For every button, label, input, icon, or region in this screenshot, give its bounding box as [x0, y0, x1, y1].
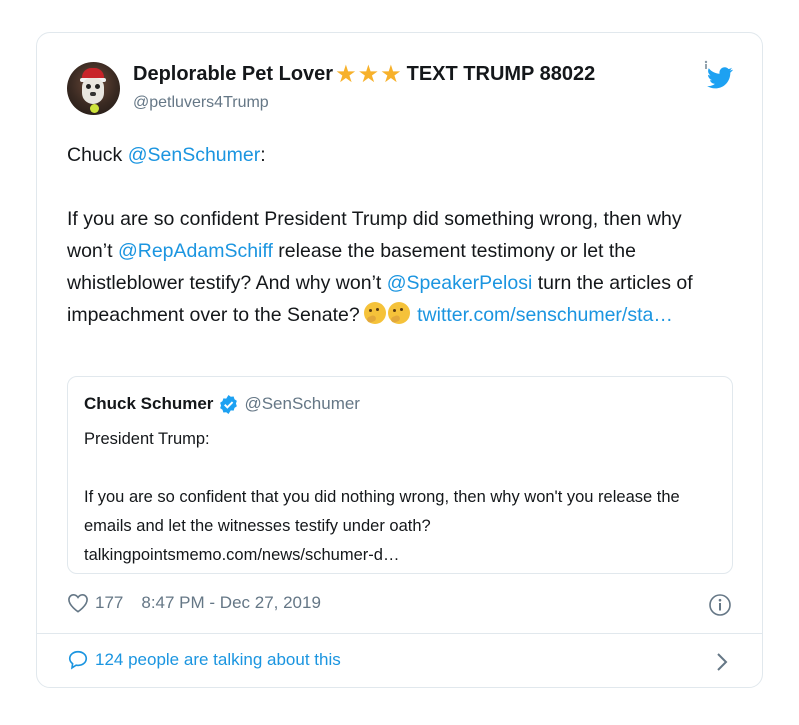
mention-senschumer[interactable]: @SenSchumer: [128, 144, 261, 166]
thinking-face-emoji: [387, 302, 410, 324]
star-icon: ★: [335, 60, 357, 88]
star-icon: ★: [357, 60, 380, 88]
tweet-line-1: Chuck @SenSchumer:: [67, 139, 727, 171]
dog-face: [82, 78, 104, 104]
mention-repadamschiff[interactable]: @RepAdamSchiff: [118, 240, 273, 262]
author-display-name: Deplorable Pet Lover: [133, 63, 334, 85]
quoted-tweet-header: Chuck Schumer @SenSchumer: [84, 394, 360, 414]
tweet-text: Chuck: [67, 144, 128, 166]
mention-speakerpelosi[interactable]: @SpeakerPelosi: [387, 272, 533, 294]
quoted-line-1: President Trump:: [84, 430, 210, 448]
heart-icon[interactable]: [67, 593, 89, 613]
thinking-face-emoji: [363, 302, 386, 324]
tweet-link[interactable]: twitter.com/senschumer/sta…: [417, 304, 673, 326]
verified-badge-icon: [220, 394, 238, 414]
tweet-card: Deplorable Pet Lover ★ ★ ★ TEXT TRUMP 88…: [36, 32, 763, 688]
speech-bubble-icon: [68, 650, 88, 670]
tweet-text: :: [260, 144, 266, 166]
quoted-author-name: Chuck Schumer: [84, 394, 214, 413]
conversation-text: 124 people are talking about this: [95, 650, 341, 669]
star-icon: ★: [380, 60, 402, 88]
conversation-link[interactable]: 124 people are talking about this: [67, 649, 341, 671]
quoted-line-2: If you are so confident that you did not…: [84, 488, 680, 564]
author-handle[interactable]: @petluvers4Trump: [133, 94, 269, 112]
quoted-author-handle: @SenSchumer: [244, 394, 360, 413]
tweet-body: Chuck @SenSchumer: If you are so confide…: [67, 139, 727, 331]
quoted-tweet[interactable]: Chuck Schumer @SenSchumer President Trum…: [67, 376, 733, 574]
like-count[interactable]: 177: [95, 593, 123, 613]
tweet-timestamp[interactable]: 8:47 PM - Dec 27, 2019: [141, 593, 321, 613]
tennis-ball: [90, 104, 99, 113]
chevron-right-icon[interactable]: [715, 652, 729, 672]
author-name[interactable]: Deplorable Pet Lover ★ ★ ★ TEXT TRUMP 88…: [133, 60, 596, 88]
author-name-suffix: TEXT TRUMP 88022: [406, 63, 596, 85]
author-avatar[interactable]: [67, 62, 120, 115]
tweet-paragraph-2: If you are so confident President Trump …: [67, 203, 727, 331]
twitter-bird-icon[interactable]: [707, 67, 733, 89]
divider: [37, 633, 762, 634]
quoted-tweet-body: President Trump: If you are so confident…: [84, 425, 714, 570]
star-emojis: ★ ★ ★: [335, 60, 403, 88]
info-icon[interactable]: [708, 593, 732, 617]
tweet-meta: 177 8:47 PM - Dec 27, 2019: [67, 593, 321, 613]
